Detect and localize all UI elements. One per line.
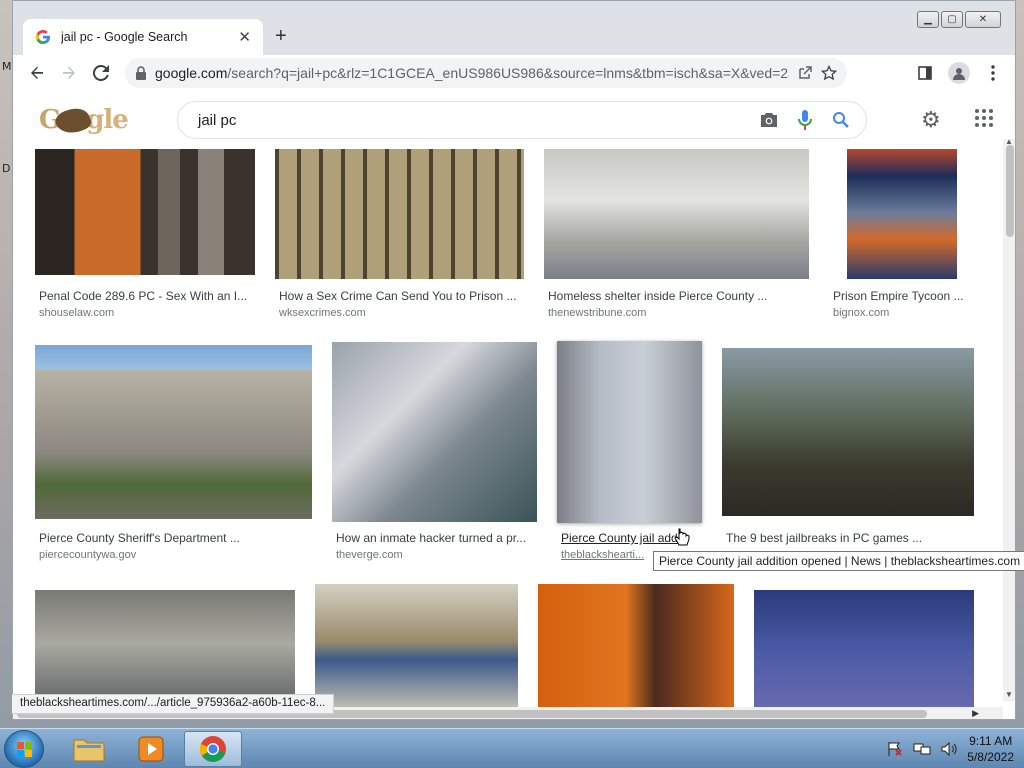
scroll-right-icon[interactable]: ▶ bbox=[972, 708, 979, 719]
url-path: /search?q=jail+pc&rlz=1C1GCEA_enUS986US9… bbox=[227, 65, 789, 81]
windows-logo-icon bbox=[17, 742, 32, 757]
search-input[interactable]: jail pc bbox=[198, 112, 760, 129]
profile-avatar[interactable] bbox=[943, 57, 975, 89]
address-bar[interactable]: google.com/search?q=jail+pc&rlz=1C1GCEA_… bbox=[125, 58, 847, 88]
result-thumbnail[interactable] bbox=[557, 341, 702, 523]
result-thumbnail[interactable] bbox=[544, 147, 809, 279]
result-title[interactable]: Pierce County jail add... bbox=[561, 531, 688, 545]
result-source: bignox.com bbox=[833, 307, 890, 319]
browser-tab[interactable]: jail pc - Google Search ✕ bbox=[23, 19, 263, 55]
taskbar-explorer[interactable] bbox=[60, 731, 118, 767]
action-center-flag-icon[interactable] bbox=[887, 741, 903, 757]
share-icon[interactable] bbox=[797, 65, 813, 81]
microphone-icon[interactable] bbox=[798, 110, 812, 130]
result-thumbnail[interactable] bbox=[847, 147, 957, 279]
result-thumbnail[interactable] bbox=[754, 590, 974, 710]
search-icon[interactable] bbox=[832, 111, 850, 129]
google-favicon-icon bbox=[35, 30, 50, 45]
volume-icon[interactable] bbox=[941, 741, 957, 757]
hand-cursor-icon bbox=[674, 528, 690, 546]
media-player-icon bbox=[138, 736, 164, 762]
result-title[interactable]: The 9 best jailbreaks in PC games ... bbox=[726, 531, 922, 545]
clock-time: 9:11 AM bbox=[969, 734, 1013, 748]
result-thumbnail[interactable] bbox=[35, 590, 295, 710]
reload-icon[interactable] bbox=[85, 57, 117, 89]
result-source: theblackshearti... bbox=[561, 549, 645, 561]
desktop-label: M bbox=[2, 60, 12, 73]
maximize-button[interactable]: ▢ bbox=[941, 11, 963, 28]
toolbar-right bbox=[909, 57, 1009, 89]
clock-date: 5/8/2022 bbox=[967, 750, 1014, 764]
result-thumbnail[interactable] bbox=[538, 584, 734, 710]
close-button[interactable]: ✕ bbox=[965, 11, 1001, 28]
minimize-button[interactable]: ▁ bbox=[917, 11, 939, 28]
camera-search-icon[interactable] bbox=[760, 112, 778, 128]
taskbar-clock[interactable]: 9:11 AM 5/8/2022 bbox=[967, 733, 1014, 765]
result-source: theverge.com bbox=[336, 549, 403, 561]
chrome-icon bbox=[199, 736, 226, 762]
result-title[interactable]: How an inmate hacker turned a pr... bbox=[336, 531, 526, 545]
result-thumbnail[interactable] bbox=[275, 147, 524, 279]
bookmark-star-icon[interactable] bbox=[821, 65, 837, 81]
google-doodle-logo[interactable]: Ggle bbox=[39, 103, 129, 139]
taskbar-media-player[interactable] bbox=[122, 731, 180, 767]
window-controls: ▁ ▢ ✕ bbox=[917, 11, 1001, 28]
result-source: thenewstribune.com bbox=[548, 307, 647, 319]
result-thumbnail[interactable] bbox=[722, 348, 974, 516]
forward-icon[interactable] bbox=[53, 57, 85, 89]
google-apps-icon[interactable] bbox=[975, 109, 993, 127]
desktop-label: D bbox=[2, 162, 11, 175]
scroll-thumb[interactable] bbox=[1006, 145, 1014, 237]
url-text: google.com/search?q=jail+pc&rlz=1C1GCEA_… bbox=[155, 65, 789, 81]
settings-gear-icon[interactable]: ⚙ bbox=[921, 107, 941, 133]
side-panel-icon[interactable] bbox=[909, 57, 941, 89]
url-host: google.com bbox=[155, 65, 228, 81]
search-box-icons bbox=[760, 110, 850, 130]
tab-close-icon[interactable]: ✕ bbox=[238, 28, 251, 46]
result-source: piercecountywa.gov bbox=[39, 549, 137, 561]
search-box[interactable]: jail pc bbox=[177, 101, 867, 139]
new-tab-icon[interactable]: + bbox=[275, 25, 287, 48]
tab-title: jail pc - Google Search bbox=[61, 30, 188, 44]
network-icon[interactable] bbox=[913, 741, 931, 757]
link-tooltip: Pierce County jail addition opened | New… bbox=[653, 551, 1024, 571]
taskbar: 9:11 AM 5/8/2022 bbox=[0, 728, 1024, 768]
taskbar-chrome[interactable] bbox=[184, 731, 242, 767]
result-title[interactable]: How a Sex Crime Can Send You to Prison .… bbox=[279, 289, 516, 303]
search-results-page: Ggle jail pc ⚙ Penal Code 289.6 PC - Sex… bbox=[13, 91, 1015, 719]
result-thumbnail[interactable] bbox=[35, 345, 312, 519]
result-thumbnail[interactable] bbox=[315, 584, 518, 710]
result-source: shouselaw.com bbox=[39, 307, 115, 319]
lock-icon bbox=[136, 66, 146, 80]
google-header: Ggle jail pc ⚙ bbox=[13, 91, 1003, 149]
result-thumbnail[interactable] bbox=[35, 147, 255, 275]
result-title[interactable]: Penal Code 289.6 PC - Sex With an I... bbox=[39, 289, 247, 303]
browser-toolbar: google.com/search?q=jail+pc&rlz=1C1GCEA_… bbox=[13, 55, 1015, 91]
browser-menu-icon[interactable] bbox=[977, 57, 1009, 89]
scroll-down-icon[interactable]: ▼ bbox=[1005, 690, 1013, 699]
chrome-window: ▁ ▢ ✕ jail pc - Google Search ✕ + google… bbox=[12, 0, 1016, 720]
result-source: wksexcrimes.com bbox=[279, 307, 366, 319]
back-icon[interactable] bbox=[21, 57, 53, 89]
folder-icon bbox=[73, 739, 105, 762]
result-title[interactable]: Prison Empire Tycoon ... bbox=[833, 289, 964, 303]
system-tray: 9:11 AM 5/8/2022 bbox=[887, 733, 1014, 765]
status-url-bubble: theblacksheartimes.com/.../article_97593… bbox=[12, 694, 335, 714]
result-title[interactable]: Homeless shelter inside Pierce County ..… bbox=[548, 289, 767, 303]
result-title[interactable]: Pierce County Sheriff's Department ... bbox=[39, 531, 240, 545]
result-thumbnail[interactable] bbox=[332, 342, 537, 522]
vertical-scrollbar[interactable]: ▲ ▼ bbox=[1003, 137, 1015, 701]
start-button[interactable] bbox=[4, 730, 44, 768]
